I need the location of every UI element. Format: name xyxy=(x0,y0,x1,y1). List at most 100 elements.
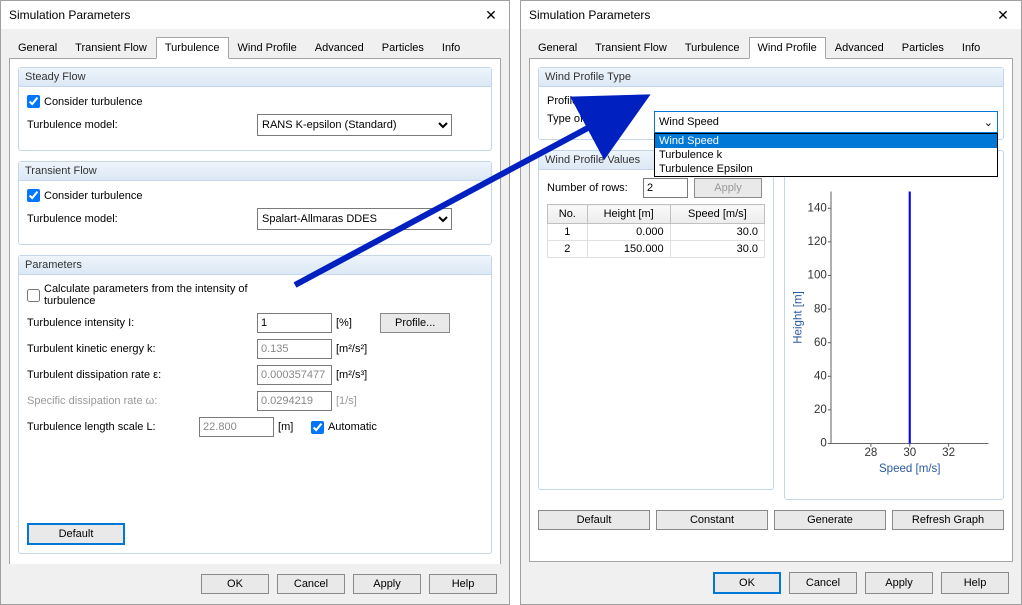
legend-profile-type: Wind Profile Type xyxy=(539,68,1003,87)
tab-advanced[interactable]: Advanced xyxy=(826,37,893,59)
profile-type-select-open[interactable]: Wind Speed ⌄ Wind Speed Turbulence k Tur… xyxy=(654,111,998,177)
number-of-rows-input[interactable] xyxy=(643,178,688,198)
omega-label: Specific dissipation rate ω: xyxy=(27,395,257,407)
svg-text:28: 28 xyxy=(864,447,877,459)
checkbox-icon[interactable] xyxy=(311,421,324,434)
ok-button[interactable]: OK xyxy=(713,572,781,594)
fieldset-transient-flow: Transient Flow Consider turbulence Turbu… xyxy=(18,161,492,245)
help-button[interactable]: Help xyxy=(941,572,1009,594)
automatic-checkbox[interactable]: Automatic xyxy=(311,421,483,434)
tab-transient-flow[interactable]: Transient Flow xyxy=(586,37,676,59)
tab-content: Steady Flow Consider turbulence Turbulen… xyxy=(9,59,501,573)
length-scale-unit: [m] xyxy=(274,421,311,433)
svg-text:140: 140 xyxy=(808,202,827,214)
k-unit: [m²/s²] xyxy=(332,343,380,355)
tab-info[interactable]: Info xyxy=(953,37,989,59)
profile-type-label: Profile type: xyxy=(547,95,637,107)
col-height: Height [m] xyxy=(587,205,670,224)
tab-general[interactable]: General xyxy=(529,37,586,59)
profile-button[interactable]: Profile... xyxy=(380,313,450,333)
dialog-simulation-parameters-windprofile: Simulation Parameters ✕ General Transien… xyxy=(520,0,1022,605)
fieldset-parameters: Parameters Calculate parameters from the… xyxy=(18,255,492,554)
generate-button[interactable]: Generate xyxy=(774,510,886,530)
number-of-rows-label: Number of rows: xyxy=(547,182,637,194)
svg-text:60: 60 xyxy=(814,337,827,349)
consider-turbulence-checkbox[interactable]: Consider turbulence xyxy=(27,95,257,108)
profile-type-select[interactable]: Wind Speed ⌄ xyxy=(654,111,998,133)
checkbox-icon[interactable] xyxy=(27,289,40,302)
close-icon[interactable]: ✕ xyxy=(993,5,1013,25)
help-button[interactable]: Help xyxy=(429,574,497,594)
profile-buttons: Default Constant Generate Refresh Graph xyxy=(538,510,1004,530)
dialog-simulation-parameters-turbulence: Simulation Parameters ✕ General Transien… xyxy=(0,0,510,605)
dropdown-list: Wind Speed Turbulence k Turbulence Epsil… xyxy=(654,133,998,177)
svg-text:120: 120 xyxy=(808,236,827,248)
svg-text:32: 32 xyxy=(942,447,955,459)
intensity-input[interactable] xyxy=(257,313,332,333)
svg-text:40: 40 xyxy=(814,370,827,382)
col-no: No. xyxy=(548,205,588,224)
option-turbulence-k[interactable]: Turbulence k xyxy=(655,148,997,162)
dialog-footer: OK Cancel Apply Help xyxy=(521,562,1021,604)
y-axis-label: Height [m] xyxy=(793,291,805,344)
titlebar: Simulation Parameters ✕ xyxy=(1,1,509,29)
values-and-chart-row: Wind Profile Values Number of rows: Appl… xyxy=(538,150,1004,500)
apply-button[interactable]: Apply xyxy=(865,572,933,594)
length-scale-input xyxy=(199,417,274,437)
svg-text:0: 0 xyxy=(820,438,826,450)
table-row[interactable]: 1 0.000 30.0 xyxy=(548,224,765,241)
intensity-unit: [%] xyxy=(332,317,380,329)
legend-transient: Transient Flow xyxy=(19,162,491,181)
steady-model-select[interactable]: RANS K-epsilon (Standard) xyxy=(257,114,452,136)
constant-button[interactable]: Constant xyxy=(656,510,768,530)
legend-steady: Steady Flow xyxy=(19,68,491,87)
ok-button[interactable]: OK xyxy=(201,574,269,594)
eps-label: Turbulent dissipation rate ε: xyxy=(27,369,257,381)
svg-text:20: 20 xyxy=(814,404,827,416)
transient-model-select[interactable]: Spalart-Allmaras DDES xyxy=(257,208,452,230)
k-input xyxy=(257,339,332,359)
tab-info[interactable]: Info xyxy=(433,37,469,59)
omega-unit: [1/s] xyxy=(332,395,380,407)
svg-text:100: 100 xyxy=(808,270,827,282)
tab-particles[interactable]: Particles xyxy=(373,37,433,59)
apply-button[interactable]: Apply xyxy=(353,574,421,594)
cancel-button[interactable]: Cancel xyxy=(789,572,857,594)
tab-advanced[interactable]: Advanced xyxy=(306,37,373,59)
window-title: Simulation Parameters xyxy=(529,8,650,22)
table-row[interactable]: 2 150.000 30.0 xyxy=(548,241,765,258)
default-button[interactable]: Default xyxy=(27,523,125,545)
eps-input xyxy=(257,365,332,385)
tab-transient-flow[interactable]: Transient Flow xyxy=(66,37,156,59)
tab-turbulence[interactable]: Turbulence xyxy=(676,37,749,59)
tab-particles[interactable]: Particles xyxy=(893,37,953,59)
k-label: Turbulent kinetic energy k: xyxy=(27,343,257,355)
tab-wind-profile[interactable]: Wind Profile xyxy=(749,37,826,59)
apply-rows-button: Apply xyxy=(694,178,762,198)
default-button[interactable]: Default xyxy=(538,510,650,530)
tab-bar: General Transient Flow Turbulence Wind P… xyxy=(1,29,509,59)
tab-turbulence[interactable]: Turbulence xyxy=(156,37,229,59)
intensity-label: Turbulence intensity I: xyxy=(27,317,257,329)
chart-container: Wind Speed 0 20 40 60 80 100 xyxy=(784,150,1004,500)
svg-text:30: 30 xyxy=(903,447,916,459)
fieldset-steady-flow: Steady Flow Consider turbulence Turbulen… xyxy=(18,67,492,151)
x-axis-label: Speed [m/s] xyxy=(879,463,941,475)
chevron-down-icon: ⌄ xyxy=(984,116,993,129)
checkbox-icon[interactable] xyxy=(27,189,40,202)
close-icon[interactable]: ✕ xyxy=(481,5,501,25)
consider-turbulence-transient-checkbox[interactable]: Consider turbulence xyxy=(27,189,257,202)
checkbox-icon[interactable] xyxy=(27,95,40,108)
refresh-graph-button[interactable]: Refresh Graph xyxy=(892,510,1004,530)
option-wind-speed[interactable]: Wind Speed xyxy=(655,134,997,148)
tab-wind-profile[interactable]: Wind Profile xyxy=(229,37,306,59)
tab-general[interactable]: General xyxy=(9,37,66,59)
option-turbulence-epsilon[interactable]: Turbulence Epsilon xyxy=(655,162,997,176)
calculate-from-intensity-checkbox[interactable]: Calculate parameters from the intensity … xyxy=(27,283,257,307)
eps-unit: [m²/s³] xyxy=(332,369,380,381)
cancel-button[interactable]: Cancel xyxy=(277,574,345,594)
turbulence-model-transient-label: Turbulence model: xyxy=(27,213,257,225)
legend-parameters: Parameters xyxy=(19,256,491,275)
fieldset-wind-profile-values: Wind Profile Values Number of rows: Appl… xyxy=(538,150,774,490)
profile-values-table[interactable]: No. Height [m] Speed [m/s] 1 0.000 30.0 xyxy=(547,204,765,258)
